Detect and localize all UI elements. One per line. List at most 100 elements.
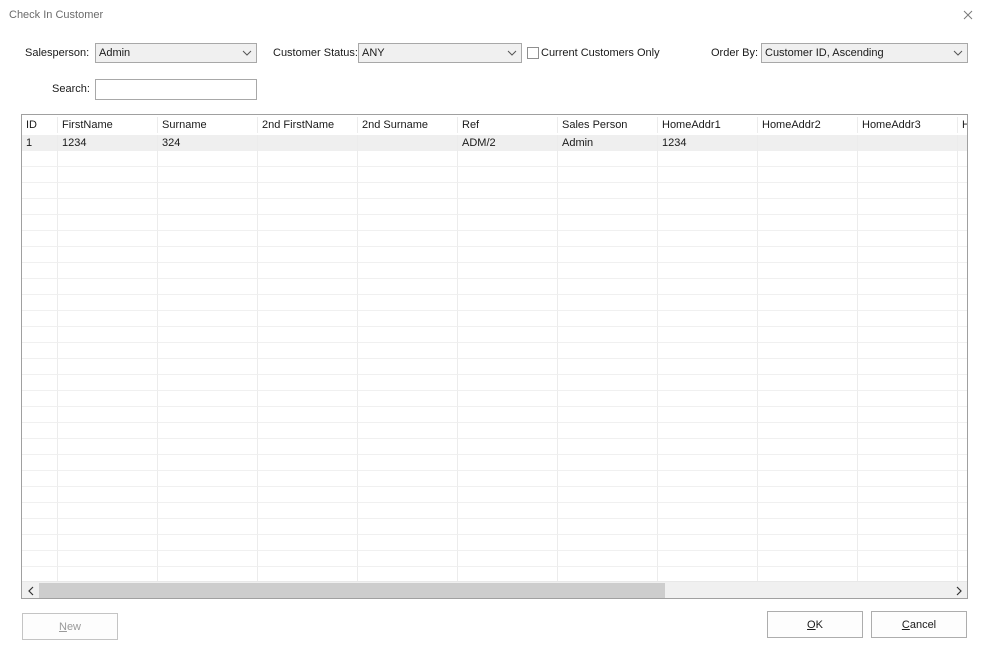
grid-body: ID FirstName Surname 2nd FirstName 2nd Surna… <box>22 115 967 582</box>
empty-cell <box>58 423 158 439</box>
empty-cell <box>458 503 558 519</box>
empty-cell <box>258 567 358 582</box>
empty-row <box>22 455 967 471</box>
ok-button-mnemonic: O <box>807 618 816 631</box>
cancel-button-label: ancel <box>909 618 937 631</box>
empty-cell <box>258 199 358 215</box>
cancel-button[interactable]: Cancel <box>871 611 967 638</box>
empty-cell <box>22 471 58 487</box>
empty-cell <box>158 551 258 567</box>
column-header[interactable]: HomeAddr2 <box>758 117 858 133</box>
table-row[interactable]: 1 1234 324 ADM/2 Admin 1234 <box>22 135 967 151</box>
empty-cell <box>958 391 967 407</box>
chevron-down-icon <box>506 47 518 59</box>
empty-cell <box>22 535 58 551</box>
empty-cell <box>458 247 558 263</box>
chevron-left-icon[interactable] <box>22 582 39 598</box>
column-header[interactable]: Ref <box>458 117 558 133</box>
empty-cell <box>458 455 558 471</box>
customer-status-dropdown[interactable]: ANY <box>358 43 522 63</box>
empty-cell <box>658 183 758 199</box>
empty-cell <box>558 311 658 327</box>
empty-cell <box>158 535 258 551</box>
empty-cell <box>758 263 858 279</box>
empty-cell <box>858 343 958 359</box>
empty-cell <box>258 375 358 391</box>
current-customers-checkbox[interactable] <box>527 47 539 59</box>
empty-cell <box>22 343 58 359</box>
empty-cell <box>958 311 967 327</box>
table-cell <box>858 135 958 151</box>
customer-status-label: Customer Status: <box>273 47 358 59</box>
new-button[interactable]: New <box>22 613 118 640</box>
empty-cell <box>58 375 158 391</box>
horizontal-scrollbar[interactable] <box>22 581 967 598</box>
order-by-dropdown[interactable]: Customer ID, Ascending <box>761 43 968 63</box>
column-header[interactable]: 2nd Surname <box>358 117 458 133</box>
column-header[interactable]: FirstName <box>58 117 158 133</box>
empty-cell <box>258 423 358 439</box>
column-header[interactable]: ID <box>22 117 58 133</box>
chevron-right-icon[interactable] <box>950 582 967 598</box>
empty-cell <box>458 199 558 215</box>
empty-cell <box>858 519 958 535</box>
column-header[interactable]: H <box>958 117 967 133</box>
empty-cell <box>758 359 858 375</box>
empty-cell <box>458 551 558 567</box>
empty-cell <box>758 279 858 295</box>
column-header[interactable]: Sales Person <box>558 117 658 133</box>
empty-cell <box>658 535 758 551</box>
empty-row <box>22 231 967 247</box>
empty-row <box>22 423 967 439</box>
empty-row <box>22 295 967 311</box>
column-header[interactable]: HomeAddr1 <box>658 117 758 133</box>
empty-cell <box>758 487 858 503</box>
empty-cell <box>858 439 958 455</box>
empty-cell <box>58 231 158 247</box>
empty-cell <box>158 231 258 247</box>
empty-cell <box>358 183 458 199</box>
empty-cell <box>58 567 158 582</box>
empty-cell <box>558 471 658 487</box>
empty-cell <box>558 167 658 183</box>
ok-button[interactable]: OK <box>767 611 863 638</box>
empty-cell <box>958 551 967 567</box>
empty-cell <box>858 359 958 375</box>
empty-cell <box>858 455 958 471</box>
empty-cell <box>158 471 258 487</box>
scrollbar-thumb[interactable] <box>39 583 665 598</box>
empty-cell <box>658 231 758 247</box>
empty-cell <box>158 279 258 295</box>
empty-cell <box>658 391 758 407</box>
empty-cell <box>858 263 958 279</box>
salesperson-value: Admin <box>99 47 131 59</box>
empty-cell <box>258 487 358 503</box>
empty-cell <box>358 487 458 503</box>
empty-cell <box>358 231 458 247</box>
customer-grid[interactable]: ID FirstName Surname 2nd FirstName 2nd Surna… <box>21 114 968 599</box>
empty-cell <box>158 295 258 311</box>
table-cell: ADM/2 <box>458 135 558 151</box>
empty-cell <box>958 439 967 455</box>
empty-cell <box>658 567 758 582</box>
empty-cell <box>758 247 858 263</box>
empty-cell <box>758 151 858 167</box>
salesperson-dropdown[interactable]: Admin <box>95 43 257 63</box>
empty-cell <box>958 215 967 231</box>
search-label: Search: <box>52 83 90 95</box>
close-icon[interactable] <box>962 9 974 21</box>
empty-cell <box>858 487 958 503</box>
empty-cell <box>58 391 158 407</box>
search-input[interactable] <box>95 79 257 100</box>
empty-cell <box>158 503 258 519</box>
empty-cell <box>358 567 458 582</box>
column-header[interactable]: 2nd FirstName <box>258 117 358 133</box>
empty-cell <box>158 359 258 375</box>
empty-cell <box>658 407 758 423</box>
empty-cell <box>858 503 958 519</box>
empty-cell <box>658 327 758 343</box>
empty-cell <box>958 423 967 439</box>
column-header[interactable]: HomeAddr3 <box>858 117 958 133</box>
column-header[interactable]: Surname <box>158 117 258 133</box>
table-cell <box>258 135 358 151</box>
